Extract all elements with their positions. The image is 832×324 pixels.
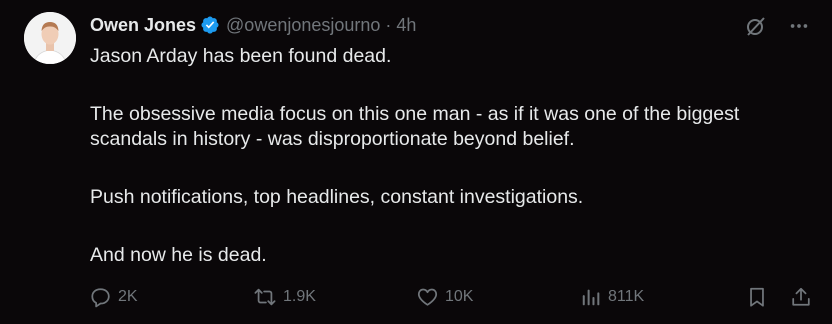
- tweet[interactable]: Owen Jones @owenjonesjourno · 4h Jason A…: [0, 0, 832, 324]
- verified-badge-icon: [200, 15, 220, 35]
- author-name[interactable]: Owen Jones: [90, 15, 196, 36]
- like-button[interactable]: 10K: [416, 286, 473, 308]
- timestamp[interactable]: 4h: [396, 15, 416, 36]
- repost-button[interactable]: 1.9K: [253, 286, 316, 308]
- bookmark-icon: [746, 286, 768, 308]
- reply-button[interactable]: 2K: [90, 286, 138, 308]
- tweet-text: Jason Arday has been found dead. The obs…: [90, 44, 812, 301]
- avatar-image: [24, 12, 76, 64]
- repost-count: 1.9K: [283, 288, 316, 305]
- tweet-paragraph: Jason Arday has been found dead.: [90, 45, 392, 67]
- avatar[interactable]: [24, 12, 76, 64]
- tweet-paragraph: Push notifications, top headlines, const…: [90, 186, 584, 208]
- author-handle[interactable]: @owenjonesjourno: [226, 15, 380, 36]
- share-icon: [790, 286, 812, 308]
- tweet-paragraph: And now he is dead.: [90, 244, 267, 266]
- bookmark-button[interactable]: [746, 286, 768, 308]
- action-bar: 2K 1.9K 10K 811K: [90, 284, 812, 310]
- views-icon: [580, 286, 602, 308]
- views-button[interactable]: 811K: [580, 286, 644, 308]
- grok-icon[interactable]: [744, 14, 768, 38]
- tweet-header: Owen Jones @owenjonesjourno · 4h: [90, 12, 416, 38]
- heart-icon: [416, 286, 439, 308]
- like-count: 10K: [445, 288, 474, 305]
- top-actions: [744, 14, 810, 38]
- share-button[interactable]: [790, 286, 812, 308]
- views-count: 811K: [608, 288, 645, 305]
- tweet-paragraph: The obsessive media focus on this one ma…: [90, 103, 740, 150]
- reply-count: 2K: [118, 288, 138, 305]
- more-icon[interactable]: [788, 15, 810, 37]
- separator-dot: ·: [385, 14, 392, 35]
- repost-icon: [253, 286, 277, 308]
- reply-icon: [90, 286, 112, 308]
